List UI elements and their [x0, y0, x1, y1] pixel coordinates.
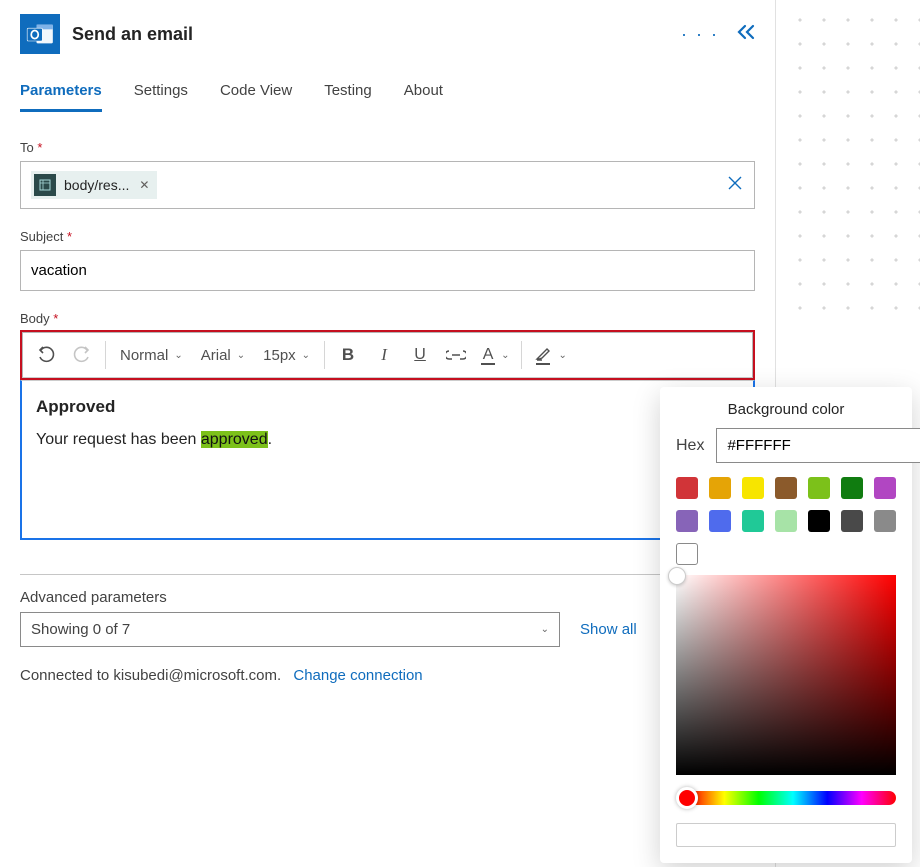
advanced-parameters-select[interactable]: Showing 0 of 7 ⌄ — [20, 612, 560, 647]
dynamic-content-icon — [34, 174, 56, 196]
show-all-link[interactable]: Show all — [580, 621, 637, 638]
highlighted-text: approved — [201, 431, 268, 448]
swatch-darkgray[interactable] — [841, 510, 863, 532]
subject-label: Subject * — [20, 229, 755, 244]
field-subject: Subject * vacation — [20, 229, 755, 291]
hue-track — [690, 791, 896, 805]
advanced-selected-text: Showing 0 of 7 — [31, 621, 130, 638]
redo-button[interactable] — [65, 337, 99, 373]
rich-text-toolbar: Normal⌄ Arial⌄ 15px⌄ B I U A ⌄ — [22, 332, 753, 378]
tab-parameters[interactable]: Parameters — [20, 82, 102, 112]
subject-value: vacation — [31, 262, 87, 279]
swatch-magenta[interactable] — [874, 477, 896, 499]
popover-title: Background color — [676, 401, 896, 418]
italic-button[interactable]: I — [367, 337, 401, 373]
body-label: Body * — [20, 311, 755, 326]
tabs: Parameters Settings Code View Testing Ab… — [20, 82, 755, 112]
tab-code-view[interactable]: Code View — [220, 82, 292, 112]
tab-testing[interactable]: Testing — [324, 82, 372, 112]
swatch-teal[interactable] — [742, 510, 764, 532]
bold-button[interactable]: B — [331, 337, 365, 373]
hex-input[interactable] — [716, 428, 920, 463]
outlook-icon — [20, 14, 60, 54]
body-heading: Approved — [36, 397, 739, 417]
panel-header: Send an email · · · — [20, 14, 755, 54]
chip-remove-button[interactable]: ✕ — [139, 178, 149, 192]
chevron-down-icon: ⌄ — [541, 624, 549, 635]
swatch-none[interactable] — [676, 543, 698, 565]
swatch-mint[interactable] — [775, 510, 797, 532]
connection-email: kisubedi@microsoft.com. — [113, 667, 281, 684]
tab-settings[interactable]: Settings — [134, 82, 188, 112]
hue-slider[interactable] — [676, 787, 896, 809]
canvas-background-dots — [780, 0, 920, 320]
advanced-label: Advanced parameters — [20, 589, 755, 606]
divider — [20, 574, 755, 575]
background-color-popover: Background color Hex — [660, 387, 912, 863]
swatch-green[interactable] — [841, 477, 863, 499]
undo-button[interactable] — [29, 337, 63, 373]
swatch-brown[interactable] — [775, 477, 797, 499]
alpha-slider[interactable] — [676, 823, 896, 847]
change-connection-link[interactable]: Change connection — [293, 667, 422, 684]
tab-about[interactable]: About — [404, 82, 443, 112]
swatch-black[interactable] — [808, 510, 830, 532]
saturation-picker[interactable] — [676, 575, 896, 775]
swatch-blue[interactable] — [709, 510, 731, 532]
collapse-panel-button[interactable] — [737, 24, 755, 45]
picker-indicator[interactable] — [668, 567, 686, 585]
font-size-select[interactable]: 15px⌄ — [255, 347, 318, 364]
to-chip[interactable]: body/res... ✕ — [31, 171, 157, 199]
font-family-select[interactable]: Arial⌄ — [193, 347, 253, 364]
hue-thumb[interactable] — [676, 787, 698, 809]
chip-label: body/res... — [64, 177, 129, 193]
paragraph-format-select[interactable]: Normal⌄ — [112, 347, 191, 364]
link-button[interactable] — [439, 337, 473, 373]
to-label: To * — [20, 140, 755, 155]
swatch-red[interactable] — [676, 477, 698, 499]
swatch-purple[interactable] — [676, 510, 698, 532]
clear-to-button[interactable] — [726, 174, 744, 196]
to-input[interactable]: body/res... ✕ — [20, 161, 755, 209]
swatch-amber[interactable] — [709, 477, 731, 499]
swatch-yellow[interactable] — [742, 477, 764, 499]
swatch-gray[interactable] — [874, 510, 896, 532]
field-to: To * body/res... ✕ — [20, 140, 755, 209]
more-actions-button[interactable]: · · · — [681, 24, 719, 45]
subject-input[interactable]: vacation — [20, 250, 755, 291]
hex-label: Hex — [676, 437, 704, 455]
font-color-button[interactable]: A ⌄ — [475, 337, 515, 373]
body-text: Your request has been approved. — [36, 431, 739, 449]
connection-info: Connected to kisubedi@microsoft.com. Cha… — [20, 667, 755, 684]
swatch-lightgreen[interactable] — [808, 477, 830, 499]
body-editor[interactable]: Approved Your request has been approved. — [20, 380, 755, 540]
highlight-color-button[interactable]: ⌄ — [528, 337, 572, 373]
underline-button[interactable]: U — [403, 337, 437, 373]
color-swatches — [676, 477, 896, 565]
panel-title: Send an email — [72, 24, 669, 45]
field-body: Body * Normal⌄ Arial⌄ 15px⌄ B I U — [20, 311, 755, 540]
